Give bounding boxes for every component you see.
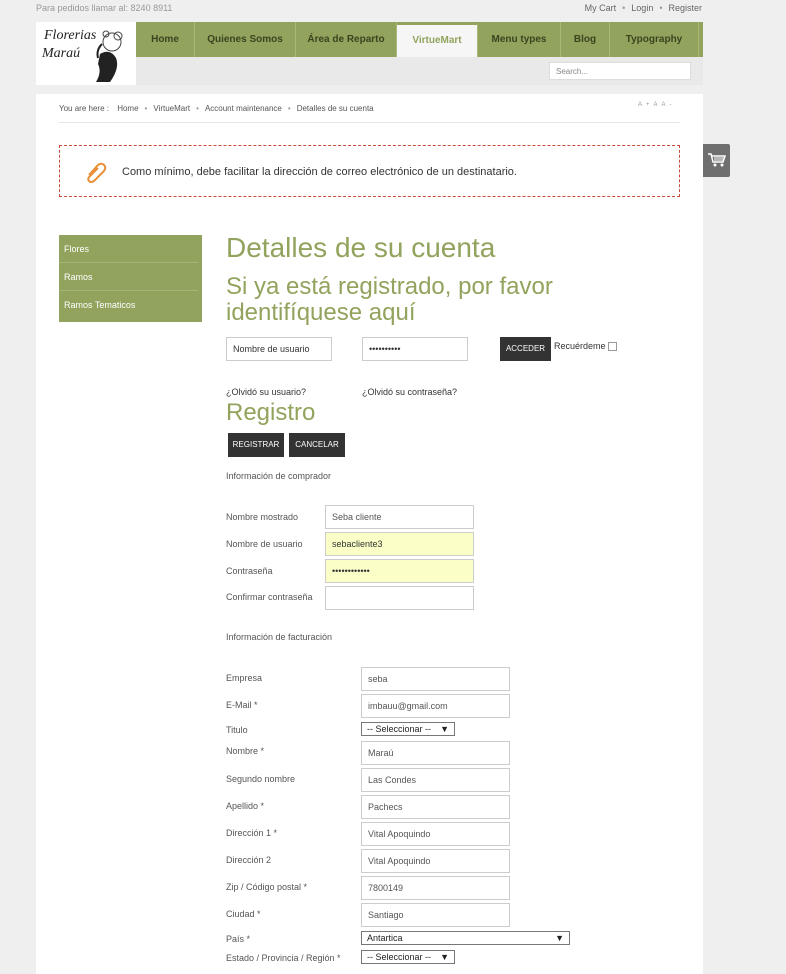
display-name-input[interactable]: Seba cliente xyxy=(325,505,474,529)
notice-message: Como mínimo, debe facilitar la dirección… xyxy=(122,166,517,178)
password-input[interactable]: •••••••••• xyxy=(362,337,468,361)
page-title: Detalles de su cuenta xyxy=(226,232,496,263)
breadcrumb-prefix: You are here : xyxy=(59,104,109,113)
paperclip-icon xyxy=(87,162,107,183)
nav-typography[interactable]: Typography xyxy=(610,22,699,57)
address2-input[interactable]: Vital Apoquindo xyxy=(361,849,510,873)
email-field[interactable]: imbauu@gmail.com xyxy=(361,694,510,718)
chevron-down-icon: ▼ xyxy=(555,933,564,943)
main-nav: Home Quienes Somos Área de Reparto Virtu… xyxy=(136,22,703,57)
confirm-password-input[interactable] xyxy=(325,586,474,610)
register-username-input[interactable]: sebacliente3 xyxy=(325,532,474,556)
login-heading: Si ya está registrado, por favor identif… xyxy=(226,273,553,326)
main-content: You are here : Home • VirtueMart • Account m… xyxy=(36,94,703,974)
page-right-background xyxy=(703,85,786,960)
first-name-label: Nombre * xyxy=(226,746,265,756)
sidebar-item-ramos-tematicos[interactable]: Ramos Tematicos xyxy=(59,291,198,318)
breadcrumb-account[interactable]: Account maintenance xyxy=(205,104,282,113)
phone-text: Para pedidos llamar al: 8240 8911 xyxy=(36,3,173,13)
city-input[interactable]: Santiago xyxy=(361,903,510,927)
register-password-input[interactable]: •••••••••••• xyxy=(325,559,474,583)
notice-box: Como mínimo, debe facilitar la dirección… xyxy=(59,145,680,197)
chevron-down-icon: ▼ xyxy=(440,724,449,734)
breadcrumb-home[interactable]: Home xyxy=(117,104,138,113)
country-select[interactable]: Antartica ▼ xyxy=(361,931,570,945)
remember-checkbox[interactable] xyxy=(608,342,617,351)
logo-line2: Maraú xyxy=(42,46,81,61)
cancel-button[interactable]: CANCELAR xyxy=(289,433,345,457)
nav-blog[interactable]: Blog xyxy=(561,22,610,57)
register-button[interactable]: REGISTRAR xyxy=(228,433,284,457)
display-name-label: Nombre mostrado xyxy=(226,512,299,522)
my-cart-link[interactable]: My Cart xyxy=(585,3,617,13)
city-label: Ciudad * xyxy=(226,909,261,919)
country-select-value: Antartica xyxy=(367,933,403,943)
nav-home[interactable]: Home xyxy=(136,22,195,57)
last-name-label: Apellido * xyxy=(226,801,265,811)
divider xyxy=(59,122,680,123)
state-select[interactable]: -- Seleccionar -- ▼ xyxy=(361,950,455,964)
font-increase-button[interactable]: A+ xyxy=(638,102,654,108)
sidebar-item-ramos[interactable]: Ramos xyxy=(59,263,198,291)
nav-menu-types[interactable]: Menu types xyxy=(478,22,561,57)
password-label: Contraseña xyxy=(226,566,273,576)
sidebar-item-flores[interactable]: Flores xyxy=(59,235,198,263)
middle-name-input[interactable]: Las Condes xyxy=(361,768,510,792)
font-reset-button[interactable]: A xyxy=(654,102,662,108)
zip-label: Zip / Código postal * xyxy=(226,882,308,892)
confirm-password-label: Confirmar contraseña xyxy=(226,592,313,602)
remember-label: Recuérdeme xyxy=(554,341,606,351)
logo-line1: Florerias xyxy=(44,28,97,43)
cart-button[interactable] xyxy=(703,144,730,177)
breadcrumb: You are here : Home • VirtueMart • Account m… xyxy=(59,104,374,113)
company-input[interactable]: seba xyxy=(361,667,510,691)
state-select-value: -- Seleccionar -- xyxy=(367,952,432,962)
font-decrease-button[interactable]: A- xyxy=(662,102,676,108)
title-label: Titulo xyxy=(226,725,248,735)
login-link[interactable]: Login xyxy=(631,3,653,13)
middle-name-label: Segundo nombre xyxy=(226,774,296,784)
buyer-section-title: Información de comprador xyxy=(226,471,332,481)
top-links: My Cart • Login • Register xyxy=(584,3,702,13)
address1-label: Dirección 1 * xyxy=(226,828,278,838)
address1-input[interactable]: Vital Apoquindo xyxy=(361,822,510,846)
billing-section-title: Información de facturación xyxy=(226,632,333,642)
email-label: E-Mail * xyxy=(226,700,258,710)
nav-virtuemart[interactable]: VirtueMart xyxy=(397,22,478,57)
top-bar: Para pedidos llamar al: 8240 8911 My Car… xyxy=(0,0,786,18)
header: Florerias Maraú Home Quienes Somos Área … xyxy=(36,22,703,85)
title-select[interactable]: -- Seleccionar -- ▼ xyxy=(361,722,455,736)
register-heading: Registro xyxy=(226,399,316,426)
state-label: Estado / Provincia / Región * xyxy=(226,953,341,963)
cart-icon xyxy=(708,153,726,167)
company-label: Empresa xyxy=(226,673,263,683)
first-name-input[interactable]: Maraú xyxy=(361,741,510,765)
nav-area-de-reparto[interactable]: Área de Reparto xyxy=(296,22,397,57)
username-label: Nombre de usuario xyxy=(226,539,303,549)
forgot-username-link[interactable]: ¿Olvidó su usuario? xyxy=(226,387,306,397)
logo[interactable]: Florerias Maraú xyxy=(36,22,136,85)
zip-input[interactable]: 7800149 xyxy=(361,876,510,900)
category-sidebar: Flores Ramos Ramos Tematicos xyxy=(59,235,202,322)
register-link[interactable]: Register xyxy=(668,3,702,13)
breadcrumb-current: Detalles de su cuenta xyxy=(296,104,374,113)
chevron-down-icon: ▼ xyxy=(440,952,449,962)
forgot-password-link[interactable]: ¿Olvidó su contraseña? xyxy=(362,387,457,397)
last-name-input[interactable]: Pachecs xyxy=(361,795,510,819)
login-button[interactable]: ACCEDER xyxy=(500,337,551,361)
address2-label: Dirección 2 xyxy=(226,855,272,865)
username-input[interactable]: Nombre de usuario xyxy=(226,337,332,361)
font-size-controls: A+AA- xyxy=(638,102,676,108)
breadcrumb-virtuemart[interactable]: VirtueMart xyxy=(153,104,190,113)
title-select-value: -- Seleccionar -- xyxy=(367,724,432,734)
country-label: País * xyxy=(226,934,251,944)
search-input[interactable]: Search... xyxy=(549,62,691,80)
nav-quienes-somos[interactable]: Quienes Somos xyxy=(195,22,296,57)
